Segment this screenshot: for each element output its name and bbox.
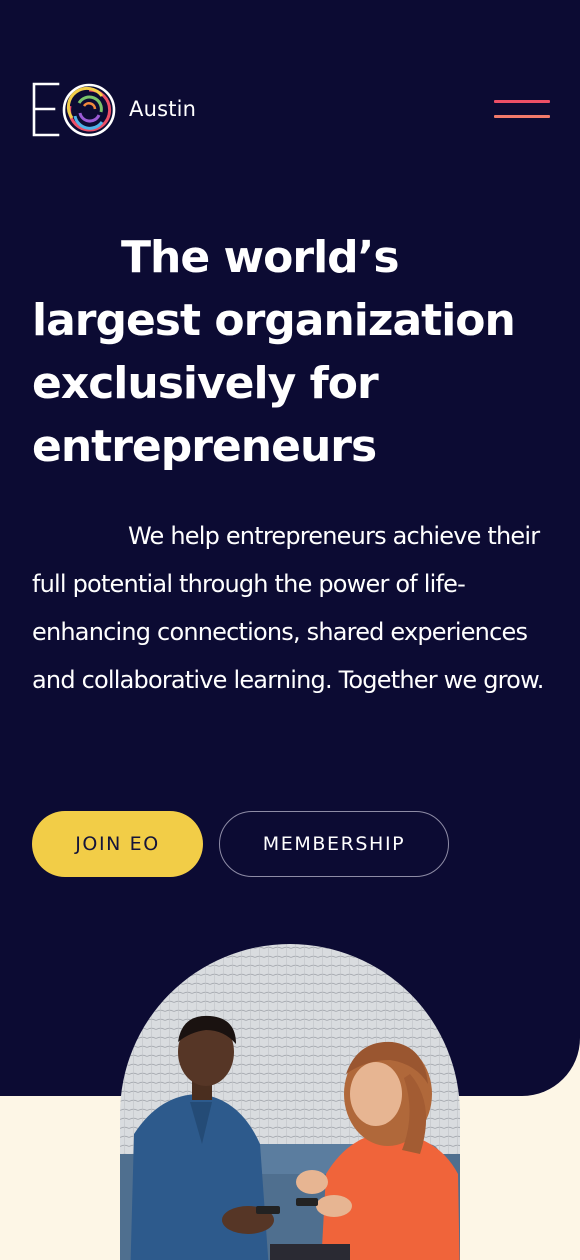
hero-intro-text: We help entrepreneurs achieve their full… [32, 522, 544, 694]
hero-section: Austin The world’s largest organization … [0, 0, 580, 1096]
eo-logo-icon [32, 82, 116, 137]
logo-city-name: Austin [129, 97, 197, 121]
hero-headline: The world’s largest organization exclusi… [32, 232, 516, 472]
eo-austin-logo[interactable]: Austin [32, 82, 196, 138]
page: Austin The world’s largest organization … [0, 0, 580, 1260]
menu-line-top [494, 100, 550, 103]
site-header: Austin [32, 82, 550, 138]
membership-button[interactable]: MEMBERSHIP [219, 811, 449, 877]
hamburger-menu-icon[interactable] [494, 98, 550, 122]
join-eo-button[interactable]: JOIN EO [32, 811, 203, 877]
menu-line-bottom [494, 115, 550, 118]
